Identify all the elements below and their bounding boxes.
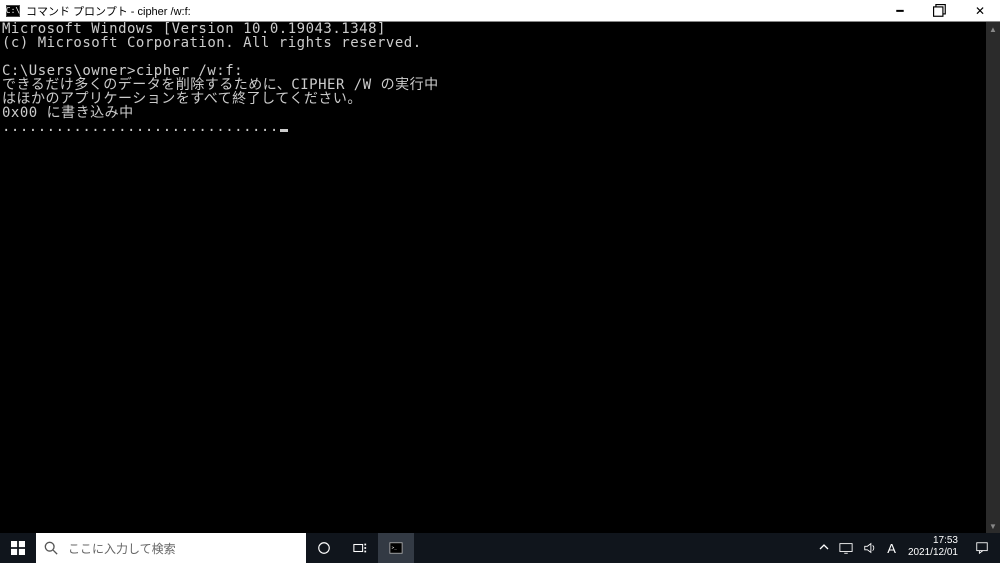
clock-date: 2021/12/01 (908, 547, 958, 559)
console-line: (c) Microsoft Corporation. All rights re… (2, 35, 422, 51)
terminal-icon: >_ (389, 541, 403, 555)
maximize-button[interactable] (920, 0, 960, 22)
search-icon (44, 541, 58, 555)
scroll-down-icon[interactable]: ▼ (986, 519, 1000, 533)
circle-icon (317, 541, 331, 555)
monitor-icon (839, 541, 853, 555)
search-box[interactable]: ここに入力して検索 (36, 533, 306, 563)
window-titlebar: C:\ コマンド プロンプト - cipher /w:f: ━ ✕ (0, 0, 1000, 22)
start-button[interactable] (0, 533, 36, 563)
cortana-button[interactable] (306, 533, 342, 563)
window-title: コマンド プロンプト - cipher /w:f: (26, 3, 880, 19)
console-scrollbar[interactable]: ▲ ▼ (986, 22, 1000, 533)
restore-icon (933, 4, 947, 18)
taskbar-spacer (414, 533, 813, 563)
taskbar-clock[interactable]: 17:53 2021/12/01 (902, 533, 964, 563)
taskbar: ここに入力して検索 >_ A 17:53 2021/12/01 (0, 533, 1000, 563)
clock-time: 17:53 (908, 535, 958, 547)
scroll-up-icon[interactable]: ▲ (986, 22, 1000, 36)
search-placeholder: ここに入力して検索 (68, 540, 176, 557)
task-view-button[interactable] (342, 533, 378, 563)
text-cursor (280, 129, 288, 132)
ime-indicator[interactable]: A (887, 541, 896, 556)
speaker-icon (863, 541, 877, 555)
svg-text:>_: >_ (392, 546, 398, 551)
task-view-icon (353, 541, 367, 555)
windows-logo-icon (11, 541, 25, 555)
taskbar-app-cmd[interactable]: >_ (378, 533, 414, 563)
console-progress-dots: ............................... (2, 119, 279, 135)
minimize-button[interactable]: ━ (880, 0, 920, 22)
chevron-up-icon (819, 542, 829, 552)
tray-display-icon[interactable] (839, 541, 853, 555)
close-button[interactable]: ✕ (960, 0, 1000, 22)
action-center-button[interactable] (964, 533, 1000, 563)
cmd-window-icon: C:\ (6, 5, 20, 17)
console-output: Microsoft Windows [Version 10.0.19043.13… (0, 22, 1000, 533)
notification-icon (975, 541, 989, 555)
tray-overflow-icon[interactable] (819, 542, 829, 555)
tray-volume-icon[interactable] (863, 541, 877, 555)
system-tray[interactable]: A (813, 533, 902, 563)
